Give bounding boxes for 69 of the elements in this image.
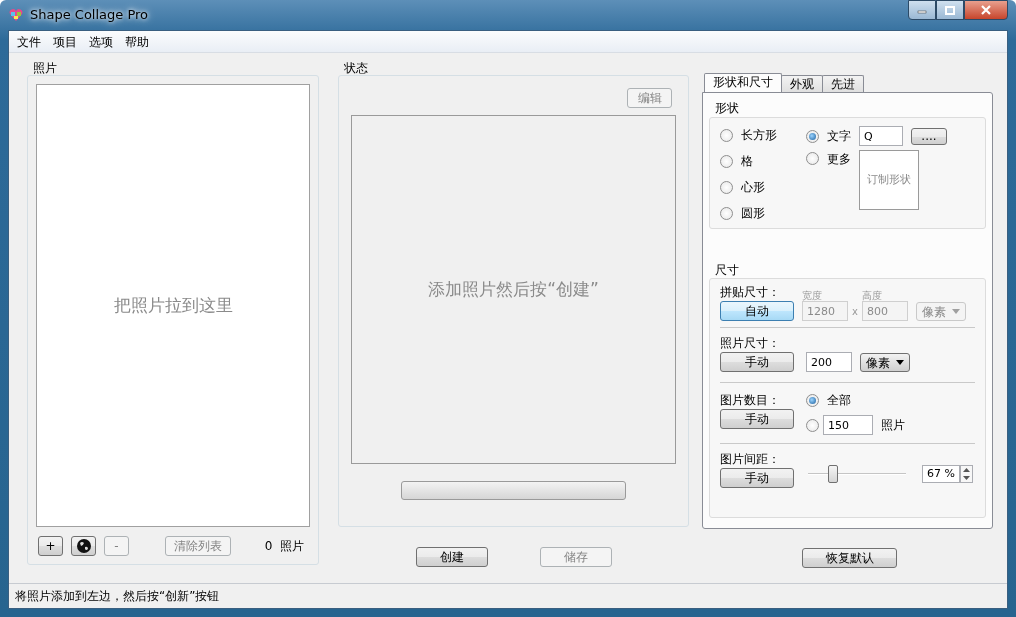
radio-button[interactable]: [806, 152, 819, 165]
setting-label: 图片间距：: [720, 451, 781, 468]
globe-icon: [75, 538, 92, 554]
radio-label[interactable]: 全部: [827, 391, 851, 409]
radio-button[interactable]: [806, 418, 819, 432]
tab[interactable]: 先进: [822, 75, 864, 92]
group-title: 照片: [32, 61, 58, 75]
radio-label[interactable]: 心形: [741, 178, 765, 196]
group-title: 状态: [343, 61, 369, 75]
custom-shape-box[interactable]: 订制形状: [859, 150, 919, 210]
photo-count: 0 照片: [264, 538, 304, 555]
radio-button[interactable]: [806, 393, 819, 407]
caret-icon: [896, 360, 904, 365]
menu-item[interactable]: 文件: [11, 32, 47, 51]
minimize-button[interactable]: [908, 0, 936, 20]
spacing-slider[interactable]: [808, 465, 906, 483]
radio-button[interactable]: [720, 180, 733, 194]
radio-button[interactable]: [806, 129, 819, 143]
setting-label: 图片数目：: [720, 392, 781, 409]
maximize-icon: [945, 5, 955, 15]
browse-button[interactable]: ....: [911, 127, 947, 145]
radio-button[interactable]: [720, 206, 733, 220]
radio-label[interactable]: 圆形: [741, 204, 765, 222]
field-label: 宽度: [802, 290, 823, 301]
radio-label[interactable]: 格: [741, 152, 753, 170]
group-title: 尺寸: [714, 263, 740, 277]
separator-label: x: [852, 306, 858, 317]
caret-icon: [951, 309, 960, 314]
drop-hint: 把照片拉到这里: [113, 293, 233, 317]
up-arrow-icon: [961, 466, 972, 474]
create-button[interactable]: 创建: [415, 547, 488, 567]
unit-label: 照片: [881, 417, 905, 434]
preview-hint: 添加照片然后按“创建”: [428, 277, 599, 301]
menu-item[interactable]: 帮助: [119, 32, 155, 51]
globe-button[interactable]: [71, 536, 96, 556]
unit-dropdown[interactable]: 像素: [860, 353, 910, 372]
radio-button[interactable]: [720, 154, 733, 168]
down-arrow-icon: [961, 474, 972, 482]
radio-label[interactable]: 长方形: [741, 126, 777, 144]
maximize-button[interactable]: [936, 0, 964, 20]
size-field[interactable]: 200: [806, 352, 852, 372]
mode-button[interactable]: 手动: [720, 352, 794, 372]
slider-thumb[interactable]: [828, 465, 839, 483]
window-title: Shape Collage Pro: [30, 6, 149, 25]
tab[interactable]: 形状和尺寸: [704, 73, 782, 92]
setting-label: 拼贴尺寸：: [720, 284, 781, 301]
radio-label[interactable]: 更多: [827, 150, 851, 168]
menu-item[interactable]: 项目: [47, 32, 83, 51]
spacing-field[interactable]: 67 %: [922, 465, 960, 483]
photo-list[interactable]: 把照片拉到这里: [36, 84, 310, 527]
setting-label: 照片尺寸：: [720, 335, 781, 352]
add-button[interactable]: +: [38, 536, 63, 556]
text-field[interactable]: Q: [859, 126, 903, 146]
restore-defaults-button[interactable]: 恢复默认: [802, 548, 897, 568]
field-label: 高度: [861, 290, 883, 301]
custom-shape-label: 订制形状: [867, 171, 911, 188]
radio-label[interactable]: 文字: [827, 127, 851, 145]
menu-item[interactable]: 选项: [83, 32, 119, 51]
close-icon: [981, 5, 991, 15]
mode-button[interactable]: 手动: [720, 409, 794, 429]
tab[interactable]: 外观: [781, 75, 823, 92]
radio-button[interactable]: [720, 128, 733, 142]
close-button[interactable]: [964, 0, 1008, 20]
spinner-button[interactable]: [960, 465, 973, 483]
mode-button[interactable]: 手动: [720, 468, 794, 488]
group-title: 形状: [714, 101, 740, 115]
count-field[interactable]: 150: [823, 415, 873, 435]
app-icon: [8, 7, 24, 23]
status-bar-text: 将照片添加到左边，然后按“创新”按钮: [9, 583, 1007, 608]
